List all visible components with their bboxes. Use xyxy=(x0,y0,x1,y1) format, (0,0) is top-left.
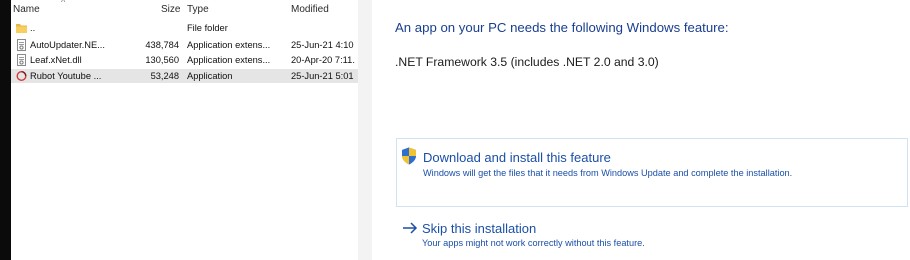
column-header-size[interactable]: Size xyxy=(161,4,180,15)
arrow-right-icon xyxy=(403,222,418,234)
download-install-option[interactable]: Download and install this feature Window… xyxy=(396,138,908,207)
file-size: 438,784 xyxy=(145,40,179,50)
folder-icon xyxy=(16,24,27,33)
column-header-name[interactable]: Name xyxy=(13,4,40,15)
window-separator xyxy=(358,0,372,260)
file-type: Application xyxy=(187,71,233,81)
windows-features-dialog: An app on your PC needs the following Wi… xyxy=(372,0,910,260)
skip-installation-option[interactable]: Skip this installation Your apps might n… xyxy=(396,212,908,258)
file-type: Application extens... xyxy=(187,55,271,65)
file-name: Rubot Youtube ... xyxy=(30,71,102,81)
dll-file-icon xyxy=(17,54,26,66)
file-row[interactable]: Leaf.xNet.dll 130,560 Application extens… xyxy=(11,53,358,67)
column-header-row: Name ^ Size Type Modified xyxy=(11,0,358,17)
dialog-heading: An app on your PC needs the following Wi… xyxy=(395,20,729,35)
file-name: AutoUpdater.NE... xyxy=(30,40,105,50)
file-modified: 25-Jun-21 4:10 xyxy=(291,40,354,50)
app-icon xyxy=(16,70,27,82)
sort-ascending-icon: ^ xyxy=(61,0,66,7)
skip-installation-description: Your apps might not work correctly witho… xyxy=(422,238,645,248)
file-name: .. xyxy=(30,23,36,33)
skip-installation-title: Skip this installation xyxy=(422,221,537,236)
file-modified: 20-Apr-20 7:11. xyxy=(291,55,355,65)
window-edge xyxy=(0,0,11,260)
file-size: 130,560 xyxy=(145,55,179,65)
feature-name: .NET Framework 3.5 (includes .NET 2.0 an… xyxy=(395,55,659,69)
dll-file-icon xyxy=(17,39,26,51)
file-modified: 25-Jun-21 5:01 xyxy=(291,71,354,81)
file-list-pane: Name ^ Size Type Modified .. File folder… xyxy=(11,0,358,260)
file-size: 53,248 xyxy=(150,71,179,81)
download-install-description: Windows will get the files that it needs… xyxy=(423,168,793,178)
file-row[interactable]: AutoUpdater.NE... 438,784 Application ex… xyxy=(11,38,358,52)
uac-shield-icon xyxy=(402,147,416,165)
file-row-parent-folder[interactable]: .. File folder xyxy=(11,21,358,35)
column-header-type[interactable]: Type xyxy=(187,4,209,15)
file-row-selected[interactable]: Rubot Youtube ... 53,248 Application 25-… xyxy=(11,69,358,83)
download-install-title: Download and install this feature xyxy=(423,150,611,165)
column-header-modified[interactable]: Modified xyxy=(291,4,329,15)
file-type: Application extens... xyxy=(187,40,271,50)
file-type: File folder xyxy=(187,23,228,33)
file-name: Leaf.xNet.dll xyxy=(30,55,82,65)
